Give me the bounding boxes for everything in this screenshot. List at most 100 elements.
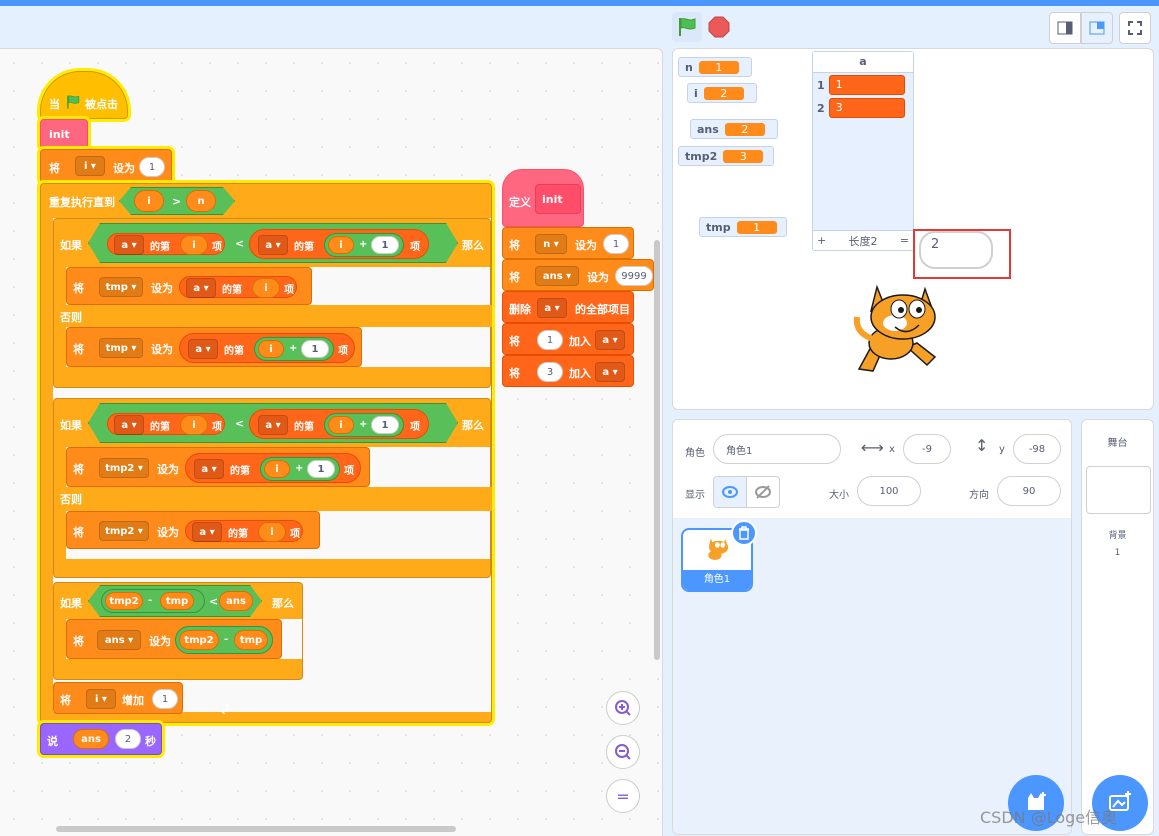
scratch-cat-sprite[interactable] — [851, 277, 951, 381]
value-input[interactable]: 1 — [307, 460, 335, 478]
if-block-3[interactable]: 如果 tmp2 - tmp < ans 那么 将 ans ▾ 设为 tmp2 - — [53, 582, 303, 680]
add-reporter[interactable]: i + 1 — [260, 457, 340, 481]
value-input[interactable]: 1 — [371, 236, 399, 254]
monitor-tmp[interactable]: tmp 1 — [699, 217, 787, 237]
add-to-list-block-2[interactable]: 将 3 加入 a ▾ — [502, 355, 634, 387]
var-dropdown-ans[interactable]: ans ▾ — [97, 630, 141, 650]
item-of-list[interactable]: a ▾ 的第 i + 1 项 — [185, 453, 361, 483]
item-of-list[interactable]: a ▾ 的第 i 项 — [107, 413, 225, 435]
define-set-n-block[interactable]: 将 n ▾ 设为 1 — [502, 227, 634, 259]
value-input[interactable]: 1 — [371, 416, 399, 434]
change-i-block[interactable]: 将 i ▾ 增加 1 — [53, 682, 183, 714]
add-reporter[interactable]: i + 1 — [324, 233, 404, 257]
list-item-value[interactable]: 1 — [828, 75, 905, 95]
show-visible-button[interactable] — [713, 476, 747, 508]
stage-canvas[interactable]: n 1 i 2 ans 2 tmp2 3 tmp 1 a 1 1 2 3 + 长… — [672, 48, 1154, 410]
var-reporter-tmp2[interactable]: tmp2 — [105, 592, 143, 610]
set-i-block[interactable]: 将 i ▾ 设为 1 — [40, 149, 172, 183]
list-dropdown[interactable]: a ▾ — [537, 298, 567, 318]
monitor-tmp2[interactable]: tmp2 3 — [678, 146, 774, 166]
var-reporter-i[interactable]: i — [328, 236, 354, 254]
add-reporter[interactable]: i + 1 — [254, 337, 334, 361]
var-reporter-ans[interactable]: ans — [219, 591, 253, 611]
value-input[interactable]: 1 — [301, 340, 329, 358]
var-reporter-i[interactable]: i — [258, 522, 286, 542]
list-monitor-a[interactable]: a 1 1 2 3 + 长度2 = — [812, 51, 914, 251]
vertical-scrollbar[interactable] — [654, 240, 660, 660]
var-reporter-i[interactable]: i — [328, 416, 354, 434]
define-init-block[interactable]: 定义 init — [502, 169, 584, 227]
small-stage-button[interactable] — [1049, 12, 1081, 44]
zoom-in-button[interactable] — [606, 691, 640, 725]
monitor-n[interactable]: n 1 — [678, 57, 752, 77]
set-tmp2-block-else[interactable]: 将 tmp2 ▾ 设为 a ▾ 的第 i 项 — [66, 511, 320, 549]
var-dropdown-tmp[interactable]: tmp ▾ — [99, 338, 143, 358]
add-to-list-block-1[interactable]: 将 1 加入 a ▾ — [502, 323, 634, 355]
stage-selector-panel[interactable]: 舞台 背景 1 — [1081, 419, 1154, 835]
subtract-reporter[interactable]: tmp2 - tmp — [101, 589, 205, 613]
if-else-block-2[interactable]: 如果 a ▾ 的第 i 项 < a ▾ 的第 i + 1 项 那么 将 tmp2… — [53, 398, 492, 578]
delete-all-block[interactable]: 删除 a ▾ 的全部项目 — [502, 291, 634, 323]
repeat-until-block[interactable]: 重复执行直到 i > n 如果 a ▾ 的第 i 项 < a ▾ 的第 i + … — [40, 183, 492, 723]
list-dropdown[interactable]: a ▾ — [192, 522, 222, 542]
var-dropdown-n[interactable]: n ▾ — [535, 234, 567, 254]
list-dropdown[interactable]: a ▾ — [194, 459, 224, 479]
list-dropdown[interactable]: a ▾ — [595, 330, 625, 350]
lt-condition[interactable]: a ▾ 的第 i 项 < a ▾ 的第 i + 1 项 — [88, 403, 458, 443]
green-flag-button[interactable] — [672, 12, 702, 42]
delete-sprite-button[interactable] — [731, 520, 757, 546]
horizontal-scrollbar[interactable] — [56, 826, 456, 832]
var-reporter-i[interactable]: i — [180, 235, 208, 255]
list-dropdown[interactable]: a ▾ — [114, 235, 144, 255]
value-input[interactable]: 1 — [139, 157, 165, 177]
var-reporter-i[interactable]: i — [264, 460, 290, 478]
list-dropdown[interactable]: a ▾ — [595, 362, 625, 382]
add-reporter[interactable]: i + 1 — [324, 413, 404, 437]
set-tmp-block-else[interactable]: 将 tmp ▾ 设为 a ▾ 的第 i + 1 项 — [66, 327, 362, 367]
var-dropdown-tmp2[interactable]: tmp2 ▾ — [99, 458, 149, 478]
define-set-ans-block[interactable]: 将 ans ▾ 设为 9999 — [502, 259, 654, 291]
say-for-secs-block[interactable]: 说 ans 2 秒 — [40, 723, 162, 755]
list-resize-handle[interactable]: = — [900, 234, 909, 247]
code-workspace[interactable]: 当 被点击 init 将 i ▾ 设为 1 重复执行直到 i > n 如果 a … — [0, 48, 663, 836]
x-field[interactable]: -9 — [903, 434, 951, 464]
list-dropdown[interactable]: a ▾ — [114, 415, 144, 435]
stop-button[interactable] — [704, 12, 734, 42]
define-prototype[interactable]: init — [535, 184, 581, 214]
var-reporter-i[interactable]: i — [180, 415, 208, 435]
item-of-list[interactable]: a ▾ 的第 i 项 — [179, 276, 297, 298]
item-of-list[interactable]: a ▾ 的第 i + 1 项 — [179, 333, 355, 363]
var-dropdown-i[interactable]: i ▾ — [75, 156, 105, 176]
item-of-list[interactable]: a ▾ 的第 i + 1 项 — [249, 409, 429, 439]
zoom-reset-button[interactable]: = — [606, 779, 640, 813]
set-ans-block[interactable]: 将 ans ▾ 设为 tmp2 - tmp — [66, 619, 282, 659]
list-dropdown[interactable]: a ▾ — [186, 278, 216, 298]
secs-input[interactable]: 2 — [115, 729, 141, 749]
var-dropdown-tmp2[interactable]: tmp2 ▾ — [99, 521, 149, 541]
fullscreen-button[interactable] — [1119, 12, 1151, 44]
set-tmp2-block[interactable]: 将 tmp2 ▾ 设为 a ▾ 的第 i + 1 项 — [66, 447, 370, 487]
item-of-list[interactable]: a ▾ 的第 i 项 — [185, 520, 303, 542]
var-reporter-ans[interactable]: ans — [73, 729, 109, 749]
list-item-value[interactable]: 3 — [828, 98, 905, 118]
init-call-block[interactable]: init — [40, 119, 88, 149]
var-reporter-tmp[interactable]: tmp — [160, 592, 194, 610]
size-field[interactable]: 100 — [857, 476, 921, 506]
value-input[interactable]: 1 — [152, 689, 178, 709]
monitor-ans[interactable]: ans 2 — [690, 119, 778, 139]
item-of-list[interactable]: a ▾ 的第 i 项 — [107, 233, 225, 255]
var-dropdown-i[interactable]: i ▾ — [86, 689, 116, 709]
lt-condition[interactable]: a ▾ 的第 i 项 < a ▾ 的第 i + 1 项 — [88, 223, 458, 263]
list-add-button[interactable]: + — [817, 234, 826, 247]
item-of-list[interactable]: a ▾ 的第 i + 1 项 — [249, 229, 429, 259]
list-dropdown[interactable]: a ▾ — [258, 235, 288, 255]
gt-condition[interactable]: i > n — [119, 187, 235, 215]
var-reporter-tmp2[interactable]: tmp2 — [179, 630, 219, 650]
var-reporter-i[interactable]: i — [258, 340, 284, 358]
var-reporter-i[interactable]: i — [252, 278, 280, 298]
zoom-out-button[interactable] — [606, 735, 640, 769]
var-reporter-i[interactable]: i — [134, 190, 164, 212]
set-tmp-block[interactable]: 将 tmp ▾ 设为 a ▾ 的第 i 项 — [66, 267, 312, 305]
var-dropdown-tmp[interactable]: tmp ▾ — [99, 277, 143, 297]
value-input[interactable]: 9999 — [615, 266, 653, 286]
